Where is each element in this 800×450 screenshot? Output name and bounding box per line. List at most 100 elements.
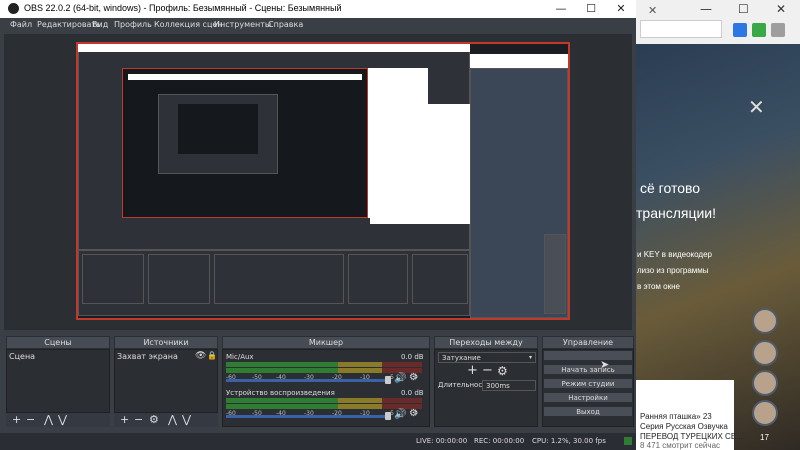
menu-view[interactable]: Вид — [92, 20, 108, 29]
avatar[interactable] — [752, 340, 778, 366]
source-item[interactable]: Захват экрана — [117, 352, 178, 361]
download-extension-icon[interactable] — [752, 23, 766, 37]
transition-select-value: Затухание — [442, 354, 481, 362]
nested-transitions — [348, 254, 408, 304]
scenes-list[interactable]: Сцена — [6, 349, 110, 413]
avatar[interactable] — [752, 370, 778, 396]
title-bar: OBS 22.0.2 (64-bit, windows) - Профиль: … — [0, 0, 636, 18]
controls-header: Управление — [542, 336, 634, 349]
remove-transition-icon[interactable]: − — [482, 364, 493, 378]
avatar[interactable] — [752, 400, 778, 426]
cpu-fps: CPU: 1.2%, 30.00 fps — [532, 437, 606, 445]
volume-meter — [226, 404, 422, 409]
menu-help[interactable]: Справка — [268, 20, 303, 29]
duration-input[interactable]: 300ms — [482, 380, 536, 391]
preview-canvas[interactable] — [76, 42, 570, 320]
volume-meter — [226, 398, 422, 403]
mouse-cursor-icon: ➤ — [600, 358, 610, 371]
move-down-icon[interactable]: ⋁ — [182, 413, 191, 427]
nested-mixer — [214, 254, 344, 304]
transitions-header: Переходы между сценами — [434, 336, 538, 359]
transition-select[interactable]: Затухание ▾ — [438, 352, 536, 363]
counter-badge: 17 — [760, 433, 769, 442]
tab-close-icon[interactable]: ✕ — [648, 4, 657, 17]
nested-sources — [148, 254, 210, 304]
chevron-down-icon: ▾ — [528, 354, 532, 361]
nested-scenes — [82, 254, 144, 304]
obs-logo-icon — [8, 3, 19, 14]
close-overlay-icon[interactable]: ✕ — [748, 95, 765, 119]
minimize-button[interactable]: — — [546, 0, 576, 18]
window-title: OBS 22.0.2 (64-bit, windows) - Профиль: … — [24, 3, 342, 13]
sources-list[interactable]: Захват экрана 👁 🔒 — [114, 349, 218, 413]
close-button[interactable]: ✕ — [606, 0, 636, 18]
instruction-line-1: и KEY в видеокодер — [637, 250, 712, 259]
duration-value: 300ms — [486, 382, 510, 390]
start-recording-button[interactable]: Начать запись — [543, 364, 633, 375]
nested-browser-text — [370, 104, 470, 224]
browser-minimize-button[interactable]: — — [700, 2, 712, 16]
move-up-icon[interactable]: ⋀ — [44, 413, 53, 427]
add-transition-icon[interactable]: + — [467, 364, 478, 378]
sources-toolbar: + − ⚙ ⋀ ⋁ — [114, 413, 218, 427]
exit-button[interactable]: Выход — [543, 406, 633, 417]
nested-avatars — [544, 234, 566, 314]
visibility-eye-icon[interactable]: 👁 — [195, 351, 206, 361]
remove-source-icon[interactable]: − — [134, 413, 143, 427]
live-timer: LIVE: 00:00:00 — [416, 437, 468, 445]
mixer-channel-db: 0.0 dB — [401, 353, 424, 361]
scene-item[interactable]: Сцена — [9, 352, 35, 361]
remove-scene-icon[interactable]: − — [26, 413, 35, 427]
settings-button[interactable]: Настройки — [543, 392, 633, 403]
card-title-3: ПЕРЕВОД ТУРЕЦКИХ СЕ... — [640, 432, 743, 441]
browser-maximize-button[interactable]: ☐ — [738, 2, 749, 16]
transitions-body: Затухание ▾ + − ⚙ Длительность 300ms — [434, 349, 538, 427]
studio-mode-button[interactable]: Режим студии — [543, 378, 633, 389]
vk-extension-icon[interactable] — [733, 23, 747, 37]
scenes-toolbar: + − ⋀ ⋁ — [6, 413, 110, 427]
browser-close-button[interactable]: ✕ — [776, 2, 786, 16]
nested-title-bar — [128, 74, 362, 80]
volume-slider-knob[interactable] — [385, 412, 391, 420]
volume-slider-knob[interactable] — [385, 376, 391, 384]
card-title-2: Серия Русская Озвучка — [640, 422, 728, 431]
volume-slider[interactable] — [226, 379, 390, 382]
mixer-body: Mic/Aux 0.0 dB -60 -50 -40 -30 -20 -10 -… — [222, 349, 430, 427]
instruction-line-3: в этом окне — [637, 282, 680, 291]
mixer-channel-db: 0.0 dB — [401, 389, 424, 397]
volume-slider[interactable] — [226, 415, 390, 418]
headline-2: трансляции! — [636, 205, 717, 221]
avatar[interactable] — [752, 308, 778, 334]
status-bar: LIVE: 00:00:00 REC: 00:00:00 CPU: 1.2%, … — [0, 433, 636, 450]
add-source-icon[interactable]: + — [120, 413, 129, 427]
start-streaming-button[interactable] — [543, 350, 633, 361]
extension-icon[interactable] — [771, 23, 785, 37]
headline-1: сё готово — [640, 180, 701, 196]
rec-timer: REC: 00:00:00 — [474, 437, 525, 445]
volume-meter — [226, 362, 422, 367]
menu-file[interactable]: Файл — [10, 20, 32, 29]
gear-icon[interactable]: ⚙ — [497, 364, 508, 378]
nested-address-bar — [470, 54, 568, 68]
menu-bar: Файл Редактировать Вид Профиль Коллекция… — [0, 18, 636, 33]
menu-scene-collection[interactable]: Коллекция сцен — [154, 20, 223, 29]
lock-icon[interactable]: 🔒 — [207, 351, 217, 360]
card-viewers: 8 471 смотрит сейчас — [640, 441, 721, 450]
speaker-icon[interactable]: 🔊 — [394, 373, 406, 384]
move-down-icon[interactable]: ⋁ — [58, 413, 67, 427]
volume-meter — [226, 368, 422, 373]
maximize-button[interactable]: ☐ — [576, 0, 606, 18]
menu-profile[interactable]: Профиль — [114, 20, 152, 29]
speaker-icon[interactable]: 🔊 — [394, 409, 406, 420]
gear-icon[interactable]: ⚙ — [409, 408, 418, 419]
scenes-header: Сцены — [6, 336, 110, 349]
gear-icon[interactable]: ⚙ — [409, 372, 418, 383]
address-bar[interactable] — [640, 20, 722, 38]
mixer-channel-name: Устройство воспроизведения — [226, 389, 335, 397]
move-up-icon[interactable]: ⋀ — [168, 413, 177, 427]
add-scene-icon[interactable]: + — [12, 413, 21, 427]
gear-icon[interactable]: ⚙ — [149, 413, 159, 427]
menu-tools[interactable]: Инструменты — [214, 20, 271, 29]
sources-header: Источники — [114, 336, 218, 349]
nested-preview — [178, 104, 258, 154]
